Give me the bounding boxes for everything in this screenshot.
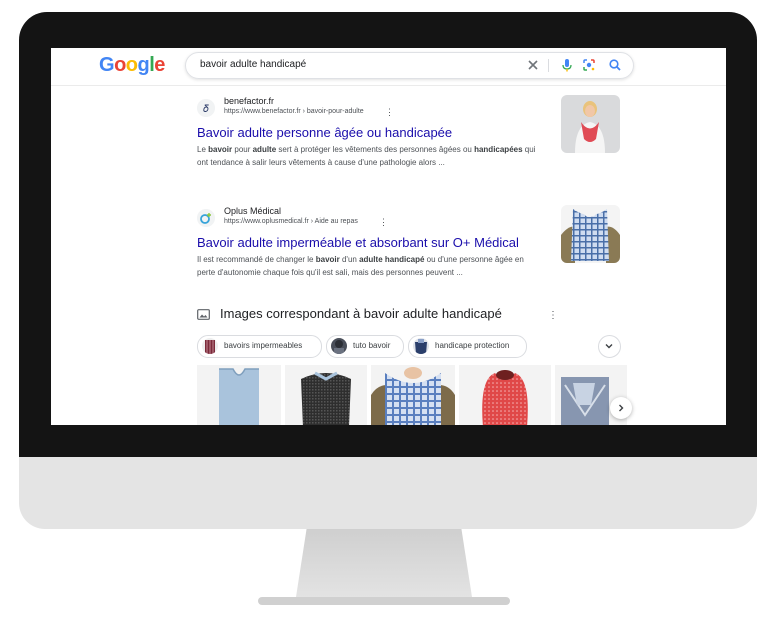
expand-chips-button[interactable] <box>598 335 621 358</box>
carousel-next-button[interactable] <box>610 397 632 419</box>
result-snippet: Le bavoir pour adulte sert à protéger le… <box>197 145 536 167</box>
search-divider <box>548 59 549 72</box>
search-input[interactable]: bavoir adulte handicapé <box>200 59 306 70</box>
image-icon <box>197 309 210 320</box>
chip-label: tuto bavoir <box>353 341 391 350</box>
chip-label: handicape protection <box>435 341 510 350</box>
chip-thumbnail <box>413 338 429 354</box>
chip-label: bavoirs impermeables <box>224 341 303 350</box>
filter-chip[interactable]: bavoirs impermeables <box>197 335 322 358</box>
more-options-icon[interactable]: ⋮ <box>385 107 394 117</box>
image-result[interactable] <box>285 365 367 425</box>
filter-chip[interactable]: tuto bavoir <box>326 335 404 358</box>
browser-screen: Google bavoir adulte handicapé 𝛿 benefac… <box>51 48 726 425</box>
more-options-icon[interactable]: ⋮ <box>379 217 388 227</box>
oplus-medical-favicon-icon <box>197 209 215 227</box>
microphone-icon[interactable] <box>559 57 575 73</box>
benefactor-favicon-icon: 𝛿 <box>197 99 215 117</box>
image-result[interactable] <box>459 365 551 425</box>
chip-thumbnail <box>202 338 218 354</box>
result-title-link[interactable]: Bavoir adulte imperméable et absorbant s… <box>197 235 547 250</box>
result-title-link[interactable]: Bavoir adulte personne âgée ou handicapé… <box>197 125 547 140</box>
more-options-icon[interactable]: ⋮ <box>548 310 558 322</box>
result-thumbnail[interactable] <box>561 95 620 153</box>
chip-thumbnail <box>331 338 347 354</box>
site-name: benefactor.fr <box>224 96 275 106</box>
monitor-chin <box>19 457 757 529</box>
svg-text:𝛿: 𝛿 <box>203 104 209 115</box>
site-url: https://www.benefactor.fr › bavoir-pour-… <box>224 108 364 115</box>
images-section-title: Images correspondant à bavoir adulte han… <box>220 306 502 321</box>
close-icon[interactable] <box>525 57 541 73</box>
result-source[interactable]: Oplus Médical https://www.oplusmedical.f… <box>197 205 547 233</box>
filter-chip[interactable]: handicape protection <box>408 335 527 358</box>
result-thumbnail[interactable] <box>561 205 620 263</box>
image-result[interactable] <box>197 365 281 425</box>
result-source[interactable]: 𝛿 benefactor.fr https://www.benefactor.f… <box>197 95 547 123</box>
chevron-down-icon <box>605 344 613 349</box>
site-url: https://www.oplusmedical.fr › Aide au re… <box>224 218 358 225</box>
google-logo[interactable]: Google <box>99 54 165 77</box>
chevron-right-icon <box>619 404 624 412</box>
search-header: Google bavoir adulte handicapé <box>51 48 726 86</box>
result-snippet: Il est recommandé de changer le bavoir d… <box>197 255 524 277</box>
monitor-stand-neck <box>296 529 472 597</box>
search-result: 𝛿 benefactor.fr https://www.benefactor.f… <box>197 95 547 169</box>
image-carousel <box>197 365 627 425</box>
site-name: Oplus Médical <box>224 206 282 216</box>
search-result: Oplus Médical https://www.oplusmedical.f… <box>197 205 547 279</box>
search-icon[interactable] <box>607 57 623 73</box>
image-result[interactable] <box>371 365 455 425</box>
camera-lens-icon[interactable] <box>581 57 597 73</box>
monitor-stand-base <box>258 597 510 605</box>
search-box[interactable]: bavoir adulte handicapé <box>185 52 634 79</box>
